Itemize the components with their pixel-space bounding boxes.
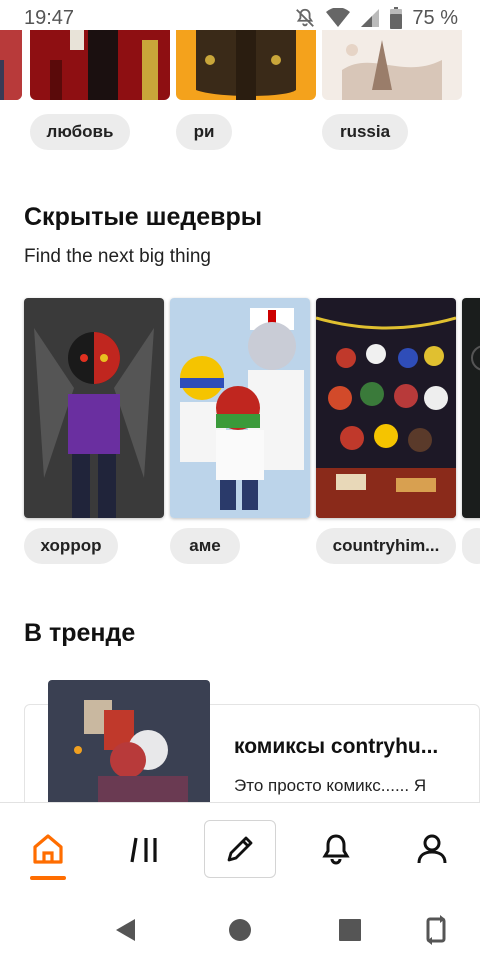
nav-active-indicator [30,876,66,880]
trending-title: В тренде [24,619,136,647]
hidden-gems-subtitle: Find the next big thing [24,246,211,267]
tag-chip[interactable]: russia [322,114,408,150]
story-cover[interactable] [316,298,456,518]
write-icon [227,836,253,862]
signal-icon [361,9,380,27]
tag-chip[interactable]: countryhim... [316,528,456,564]
tag-chip[interactable]: ри [176,114,232,150]
rotate-icon [426,915,446,945]
nav-notifications[interactable] [304,817,368,881]
battery-icon [390,7,403,29]
system-rotate-button[interactable] [416,910,456,950]
hidden-gems-title: Скрытые шедевры [24,203,263,231]
system-recents-button[interactable] [330,910,370,950]
library-icon [130,837,157,863]
top-cover-row [0,30,480,102]
tag-chip[interactable]: хоррор [24,528,118,564]
notifications-icon [322,834,350,865]
story-cover[interactable] [170,298,310,518]
nav-profile[interactable] [400,817,464,881]
nav-home[interactable] [16,817,80,881]
bottom-nav [0,802,480,898]
home-circle-icon [229,919,251,941]
trending-item-description: Это просто комикс...... Я [234,776,427,795]
mute-icon [296,8,315,27]
tag-chip[interactable]: аме [170,528,240,564]
write-button[interactable] [204,820,276,878]
profile-icon [417,834,447,864]
hidden-gems-row [0,298,480,520]
recents-icon [339,919,361,941]
story-cover[interactable] [462,298,480,518]
story-cover[interactable] [176,30,316,100]
system-home-button[interactable] [220,910,260,950]
story-cover[interactable] [30,30,170,100]
trending-item-title[interactable]: комиксы contryhu... [234,735,466,759]
top-tag-row: любовь ри russia [0,114,480,154]
hidden-gems-tags: хоррор аме countryhim... [0,528,480,568]
system-nav [0,898,480,960]
nav-library[interactable] [113,817,177,881]
tag-chip[interactable] [462,528,480,564]
story-cover[interactable] [0,30,22,100]
home-icon [33,834,63,864]
status-icons: 75 % [294,7,458,30]
nav-write[interactable] [204,817,276,881]
story-cover[interactable] [24,298,164,518]
wifi-icon [326,8,351,27]
back-icon [116,919,135,941]
story-cover[interactable] [322,30,462,100]
tag-chip[interactable]: любовь [30,114,130,150]
status-time: 19:47 [24,6,75,29]
battery-percent: 75 % [412,6,458,29]
system-back-button[interactable] [106,910,146,950]
